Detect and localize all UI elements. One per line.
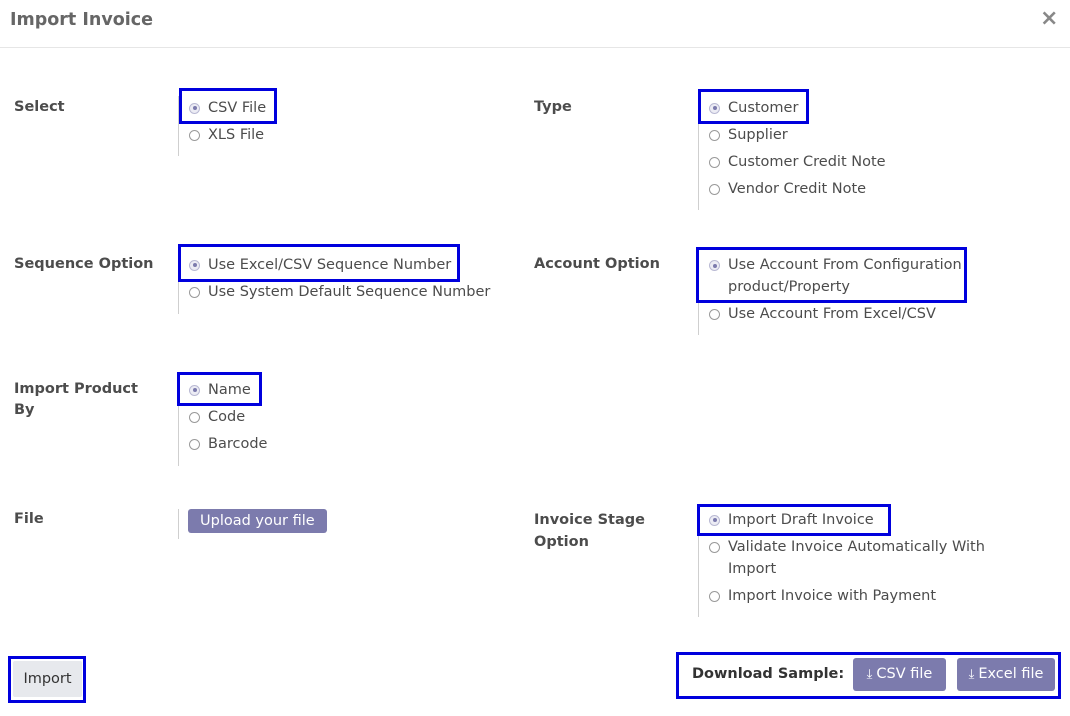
radio-customer-credit-note[interactable]: Customer Credit Note [709, 151, 886, 173]
download-icon: ⤓ [866, 667, 873, 682]
download-csv-label: CSV file [876, 666, 933, 682]
option-label: Import Draft Invoice [728, 512, 874, 528]
import-product-by-radio-group [178, 379, 179, 466]
option-label: Barcode [208, 436, 268, 452]
option-label: Vendor Credit Note [728, 181, 867, 197]
radio-code[interactable]: Code [189, 406, 245, 428]
account-option-label: Account Option [534, 256, 660, 272]
account-option-radio-group [698, 254, 699, 335]
radio-import-invoice-with-payment[interactable]: Import Invoice with Payment [709, 585, 936, 607]
radio-use-excel-csv-sequence[interactable]: Use Excel/CSV Sequence Number [189, 254, 451, 276]
radio-button[interactable] [189, 286, 200, 298]
import-product-by-label: Import Product By [14, 381, 138, 418]
radio-vendor-credit-note[interactable]: Vendor Credit Note [709, 178, 866, 200]
sequence-option-radio-group [178, 254, 179, 314]
option-label: Use Account From Configuration product/P… [728, 257, 962, 295]
import-button[interactable]: Import [13, 661, 82, 697]
radio-use-system-default-sequence[interactable]: Use System Default Sequence Number [189, 281, 490, 303]
radio-button[interactable] [709, 542, 720, 553]
select-label: Select [14, 99, 65, 115]
option-label: Code [208, 409, 246, 425]
radio-import-draft-invoice[interactable]: Import Draft Invoice [709, 509, 874, 531]
select-radio-group [178, 96, 179, 156]
option-label: Name [208, 382, 251, 398]
radio-button[interactable] [709, 308, 720, 320]
radio-use-account-from-configuration[interactable]: Use Account From Configuration product/P… [709, 254, 964, 298]
radio-barcode[interactable]: Barcode [189, 433, 267, 455]
file-field-group [178, 509, 179, 539]
radio-button[interactable] [189, 259, 200, 271]
download-excel-label: Excel file [978, 666, 1044, 682]
option-label: Import Invoice with Payment [728, 588, 937, 604]
option-label: Use Account From Excel/CSV [728, 306, 936, 322]
radio-button[interactable] [189, 411, 200, 423]
radio-button[interactable] [709, 156, 720, 168]
option-label: Supplier [728, 127, 788, 143]
radio-button[interactable] [189, 438, 200, 450]
radio-button[interactable] [709, 514, 720, 526]
radio-button[interactable] [709, 590, 720, 602]
option-label: XLS File [208, 127, 265, 143]
dialog-title: Import Invoice [10, 10, 154, 30]
radio-supplier[interactable]: Supplier [709, 124, 788, 146]
radio-csv-file[interactable]: CSV File [189, 97, 266, 119]
option-label: Customer Credit Note [728, 154, 886, 170]
radio-customer[interactable]: Customer [709, 97, 798, 119]
download-excel-button[interactable]: ⤓ Excel file [957, 658, 1055, 691]
invoice-stage-option-radio-group [698, 509, 699, 617]
upload-file-button[interactable]: Upload your file [188, 509, 327, 533]
download-sample-label: Download Sample: [692, 666, 845, 682]
radio-button[interactable] [189, 102, 200, 114]
option-label: Customer [728, 100, 799, 116]
radio-button[interactable] [709, 102, 720, 114]
dialog-header: Import Invoice × [0, 0, 1070, 48]
option-label: Use Excel/CSV Sequence Number [208, 257, 452, 273]
option-label: Use System Default Sequence Number [208, 284, 491, 300]
type-label: Type [534, 99, 572, 115]
radio-validate-invoice-automatically[interactable]: Validate Invoice Automatically With Impo… [709, 536, 994, 580]
sequence-option-label: Sequence Option [14, 256, 154, 272]
radio-button[interactable] [709, 129, 720, 141]
download-csv-button[interactable]: ⤓ CSV file [853, 658, 946, 691]
radio-button[interactable] [189, 129, 200, 141]
radio-use-account-from-excel-csv[interactable]: Use Account From Excel/CSV [709, 303, 936, 325]
invoice-stage-option-label: Invoice Stage Option [534, 512, 645, 550]
radio-button[interactable] [189, 384, 200, 396]
radio-name[interactable]: Name [189, 379, 251, 401]
type-radio-group [698, 96, 699, 210]
download-icon: ⤓ [968, 667, 975, 682]
close-icon[interactable]: × [1040, 6, 1058, 32]
option-label: CSV File [208, 100, 267, 116]
radio-button[interactable] [709, 260, 720, 271]
file-label: File [14, 511, 44, 527]
radio-xls-file[interactable]: XLS File [189, 124, 264, 146]
option-label: Validate Invoice Automatically With Impo… [728, 539, 985, 577]
radio-button[interactable] [709, 183, 720, 195]
